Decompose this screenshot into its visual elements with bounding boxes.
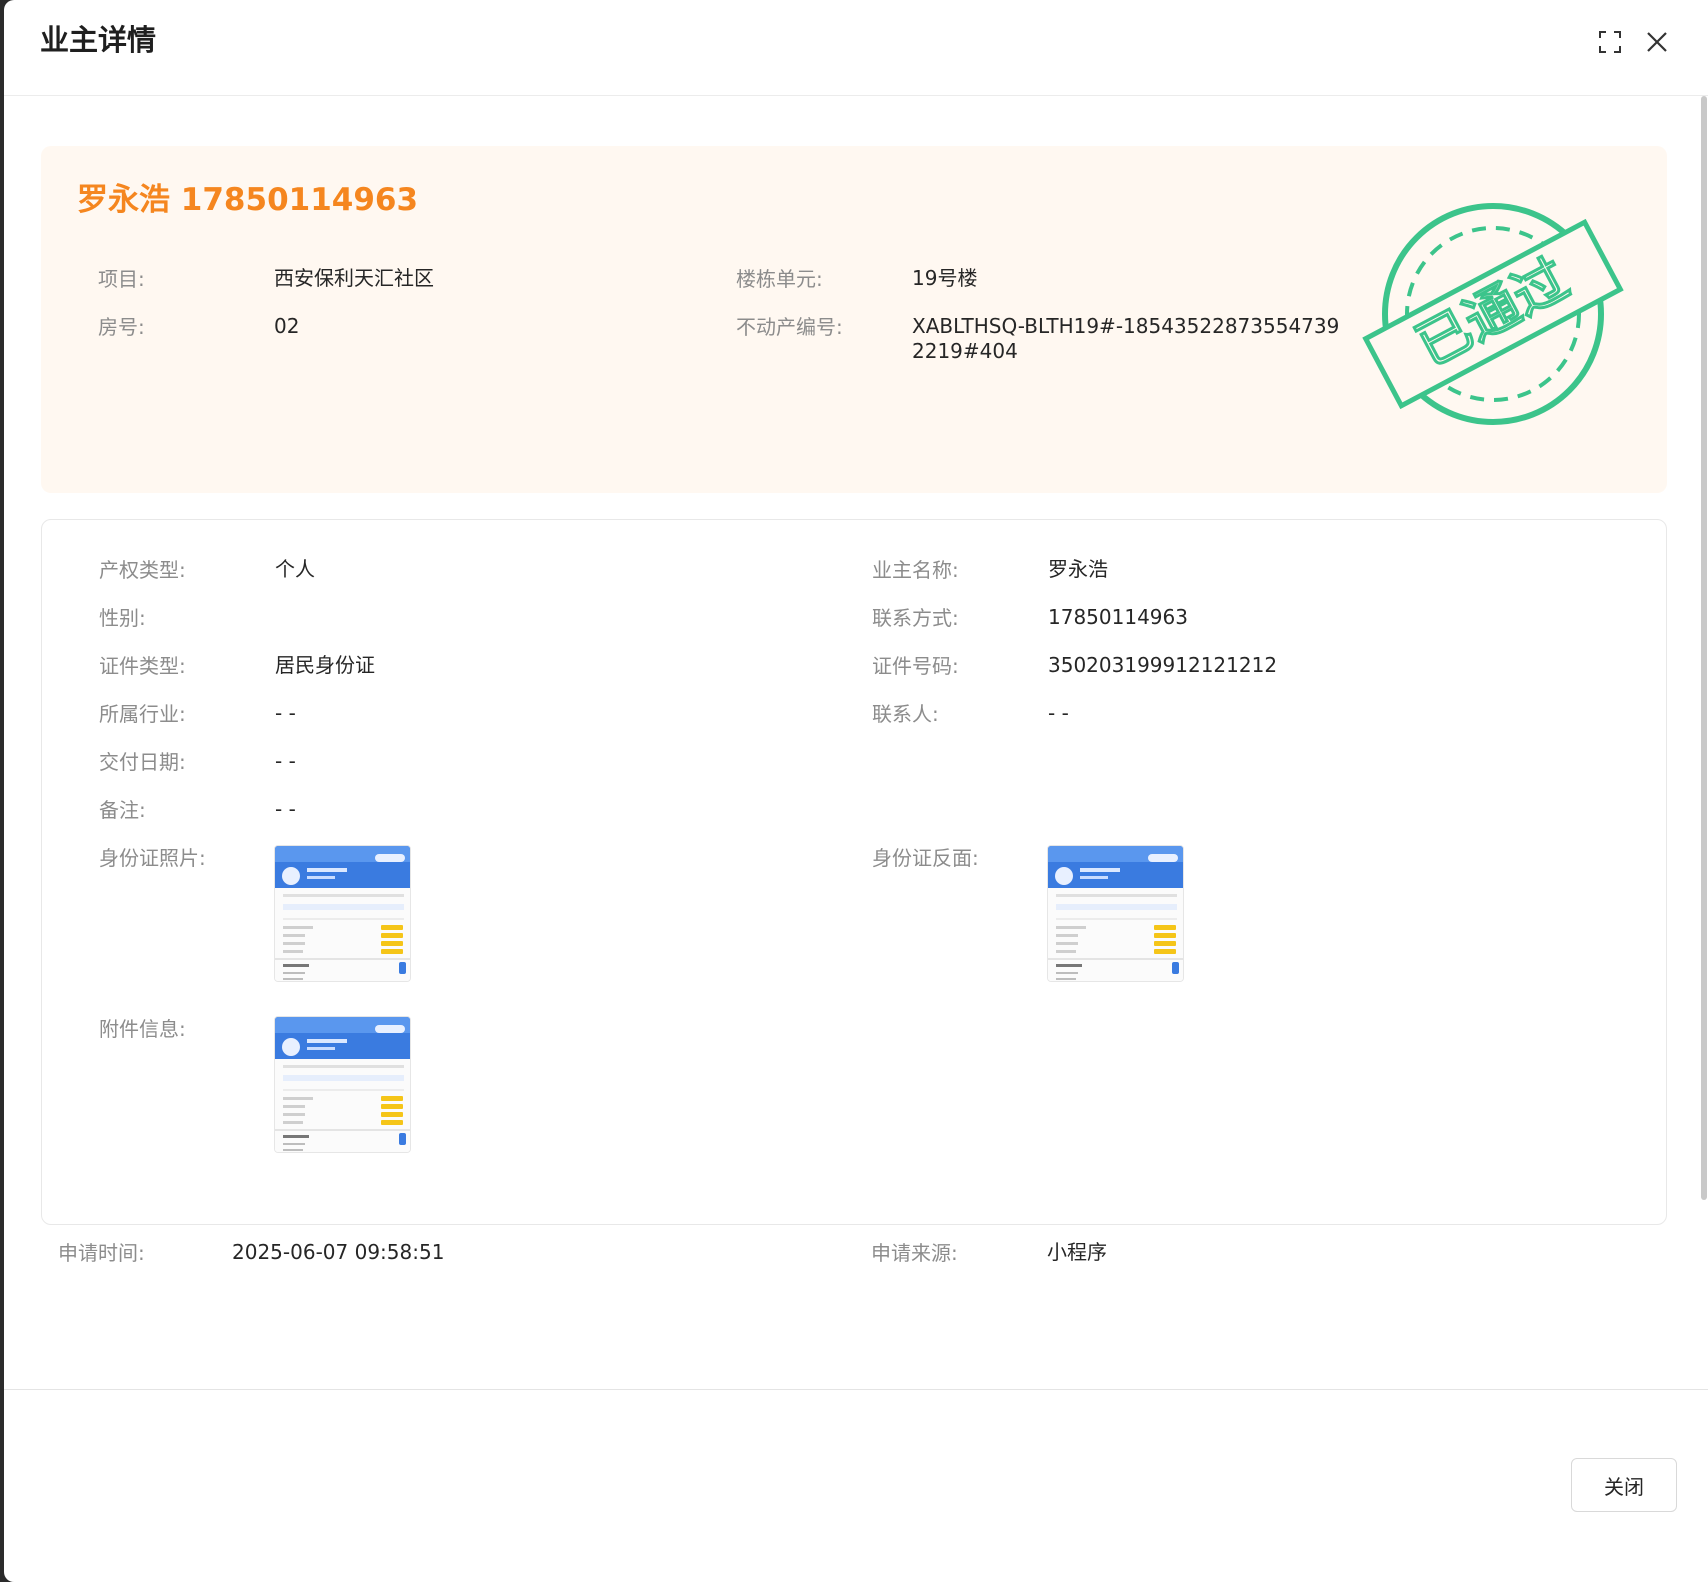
apply-source-value: 小程序 xyxy=(1047,1240,1107,1264)
attachment-label: 附件信息: xyxy=(99,1017,186,1041)
industry-value: - - xyxy=(275,701,296,725)
approved-stamp: 已通过 xyxy=(1359,194,1659,434)
room-label: 房号: xyxy=(98,315,145,339)
building-label: 楼栋单元: xyxy=(736,267,823,291)
id-back-label: 身份证反面: xyxy=(872,846,979,870)
id-back-thumbnail[interactable] xyxy=(1047,845,1184,982)
remark-label: 备注: xyxy=(99,798,146,822)
contact-value: 17850114963 xyxy=(1048,605,1188,629)
close-icon[interactable] xyxy=(1641,26,1673,58)
project-label: 项目: xyxy=(98,267,145,291)
apply-time-value: 2025-06-07 09:58:51 xyxy=(232,1240,445,1264)
industry-label: 所属行业: xyxy=(99,702,186,726)
close-button[interactable]: 关闭 xyxy=(1571,1458,1677,1512)
dialog-header: 业主详情 xyxy=(4,0,1708,96)
owner-name: 罗永浩 xyxy=(77,182,170,218)
property-no-value: XABLTHSQ-BLTH19#-185435228735547392219#4… xyxy=(912,314,1340,363)
fullscreen-icon[interactable] xyxy=(1594,26,1626,58)
id-number-value: 350203199912121212 xyxy=(1048,653,1278,677)
contact-person-value: - - xyxy=(1048,701,1069,725)
id-photo-label: 身份证照片: xyxy=(99,846,206,870)
owner-phone: 17850114963 xyxy=(180,182,419,218)
attachment-thumbnail[interactable] xyxy=(274,1016,411,1153)
scrollbar[interactable] xyxy=(1700,96,1708,1200)
remark-value: - - xyxy=(275,797,296,821)
ownership-type-label: 产权类型: xyxy=(99,558,186,582)
dialog-title: 业主详情 xyxy=(40,23,157,57)
footer-divider xyxy=(4,1389,1708,1390)
delivery-date-value: - - xyxy=(275,749,296,773)
scrollbar-thumb[interactable] xyxy=(1701,96,1707,1200)
id-type-value: 居民身份证 xyxy=(275,653,375,677)
ownership-type-value: 个人 xyxy=(275,557,315,581)
building-value: 19号楼 xyxy=(912,266,978,290)
id-number-label: 证件号码: xyxy=(872,654,959,678)
detail-card: 产权类型: 个人 业主名称: 罗永浩 性别: 联系方式: 17850114963… xyxy=(41,519,1667,1225)
room-value: 02 xyxy=(274,314,300,338)
owner-name-value: 罗永浩 xyxy=(1048,557,1108,581)
project-value: 西安保利天汇社区 xyxy=(274,266,434,290)
contact-person-label: 联系人: xyxy=(872,702,939,726)
contact-label: 联系方式: xyxy=(872,606,959,630)
delivery-date-label: 交付日期: xyxy=(99,750,186,774)
id-type-label: 证件类型: xyxy=(99,654,186,678)
id-photo-thumbnail[interactable] xyxy=(274,845,411,982)
summary-card: 罗永浩 17850114963 项目: 西安保利天汇社区 楼栋单元: 19号楼 … xyxy=(41,146,1667,493)
owner-name-label: 业主名称: xyxy=(872,558,959,582)
gender-label: 性别: xyxy=(99,606,146,630)
property-no-label: 不动产编号: xyxy=(736,315,843,339)
apply-time-label: 申请时间: xyxy=(58,1241,145,1265)
apply-source-label: 申请来源: xyxy=(871,1241,958,1265)
owner-detail-dialog: 业主详情 罗永浩 17850114963 项目: 西安保利天汇社区 楼栋单元: … xyxy=(4,0,1708,1582)
owner-headline: 罗永浩 17850114963 xyxy=(77,180,418,220)
